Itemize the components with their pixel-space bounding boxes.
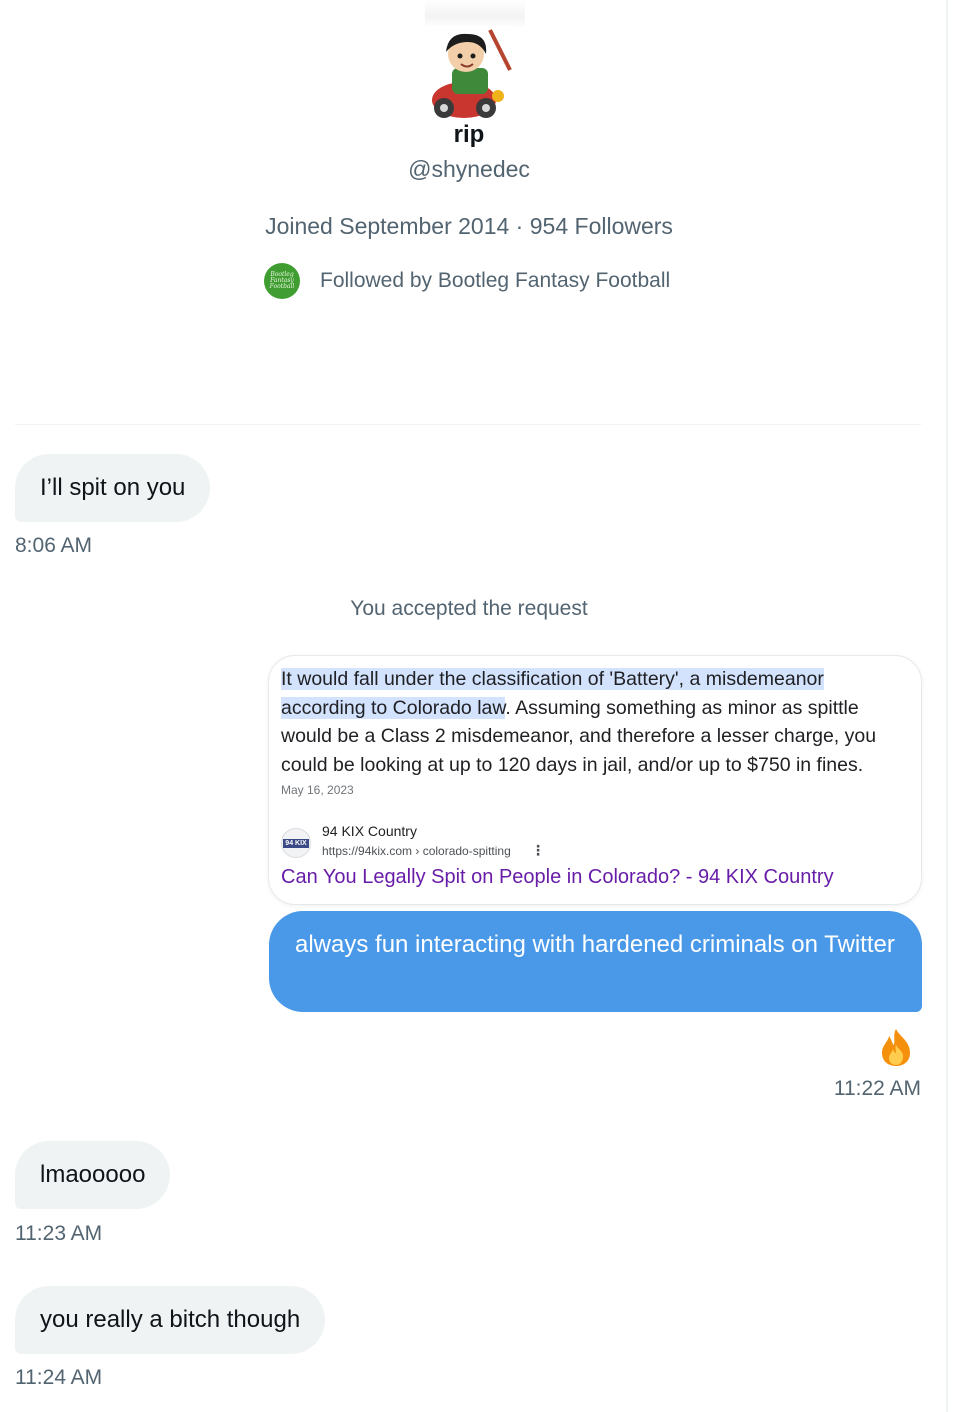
top-fade (425, 0, 525, 28)
message-timestamp: 11:23 AM (15, 1222, 103, 1245)
source-title-link: Can You Legally Spit on People in Colora… (281, 866, 834, 888)
followers-count[interactable]: 954 Followers (530, 213, 673, 239)
message-timestamp: 8:06 AM (15, 534, 93, 557)
source-favicon-label: 94 KIX (283, 838, 309, 848)
image-attachment[interactable]: It would fall under the classification o… (269, 656, 921, 904)
profile-name[interactable]: rip (0, 121, 938, 149)
message-bubble-incoming[interactable]: I’ll spit on you (15, 454, 211, 522)
message-timestamp: 11:24 AM (15, 1366, 103, 1389)
fire-emoji-icon (882, 1029, 910, 1066)
profile-handle: @shynedec (408, 156, 530, 182)
source-favicon-icon: 94 KIX (281, 828, 311, 858)
followed-by-text: Followed by Bootleg Fantasy Football (320, 269, 671, 292)
profile-meta: Joined September 2014 · 954 Followers (0, 213, 938, 240)
bootleg-fantasy-football-logo: Bootleg Fantasy Football (264, 263, 300, 299)
message-bubble-incoming[interactable]: lmaooooo (15, 1141, 171, 1209)
followed-by-row[interactable]: Bootleg Fantasy Football Followed by Bootl… (264, 262, 670, 300)
message-bubble-outgoing[interactable]: always fun interacting with hardened cri… (269, 911, 922, 1012)
fire-reaction-icon[interactable] (876, 1027, 916, 1067)
source-name: 94 KIX Country (322, 823, 417, 839)
panel-border (946, 0, 948, 1412)
system-message: You accepted the request (350, 597, 588, 620)
joined-date: Joined September 2014 (265, 213, 510, 239)
message-timestamp-outgoing: 11:22 AM (833, 1077, 921, 1100)
snippet-date: May 16, 2023 (281, 783, 354, 797)
meta-separator: · (509, 213, 530, 239)
search-snippet: It would fall under the classification o… (281, 665, 911, 779)
source-url: https://94kix.com › colorado-spitting (322, 844, 511, 858)
avatar-image (424, 26, 516, 122)
header-divider (15, 424, 921, 425)
more-options-icon: ⋮ (531, 842, 545, 858)
profile-avatar[interactable] (424, 26, 516, 122)
message-bubble-incoming[interactable]: you really a bitch though (15, 1286, 326, 1354)
